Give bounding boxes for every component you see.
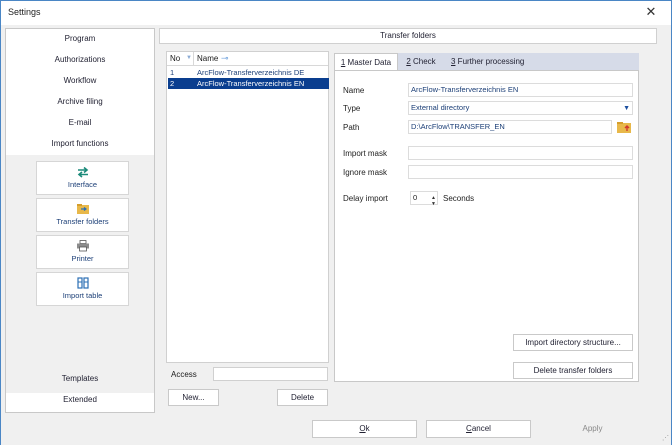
chevron-down-icon[interactable]: ▼ — [623, 103, 630, 115]
access-field[interactable] — [213, 367, 328, 381]
list-header: No ▼ Name ⊸ — [167, 52, 328, 66]
nav-item-archive-filing[interactable]: Archive filing — [6, 92, 154, 112]
browse-folder-icon[interactable] — [616, 120, 632, 134]
row-name: ArcFlow-Transferverzeichnis DE — [197, 68, 305, 77]
nav-item-authorizations[interactable]: Authorizations — [6, 50, 154, 70]
interface-arrows-icon — [77, 166, 88, 178]
spin-down-icon[interactable]: ▼ — [431, 198, 436, 210]
name-field[interactable]: ArcFlow-Transferverzeichnis EN — [408, 83, 633, 97]
key-icon: ⊸ — [221, 53, 229, 63]
new-button[interactable]: New... — [168, 389, 219, 406]
delay-import-label: Delay import — [343, 194, 388, 203]
list-row[interactable]: 1 ArcFlow-Transferverzeichnis DE — [168, 67, 329, 78]
row-no: 2 — [170, 79, 175, 88]
subnav-interface-label: Interface — [67, 180, 98, 189]
access-label: Access — [171, 370, 197, 379]
nav-item-extended[interactable]: Extended — [6, 390, 154, 410]
tab-master-data-label: Master Data — [345, 58, 392, 67]
ok-button[interactable]: Ok — [312, 420, 417, 438]
close-icon[interactable]: ✕ — [643, 4, 659, 20]
resize-grip-icon[interactable]: ⋰ — [662, 434, 669, 442]
tab-check[interactable]: 2 Check — [398, 53, 444, 71]
tab-master-data[interactable]: 1 Master Data — [334, 53, 398, 71]
import-directory-structure-button[interactable]: Import directory structure... — [513, 334, 633, 351]
type-dropdown[interactable]: External directory ▼ — [408, 101, 633, 115]
transfer-folder-list: No ▼ Name ⊸ 1 ArcFlow-Transferverzeichni… — [166, 51, 329, 363]
row-name: ArcFlow-Transferverzeichnis EN — [197, 79, 305, 88]
apply-button[interactable]: Apply — [540, 420, 645, 438]
nav-item-templates[interactable]: Templates — [6, 369, 154, 389]
delay-import-spinner[interactable]: 0 ▲ ▼ — [410, 191, 438, 207]
section-header: Transfer folders — [159, 28, 657, 44]
subnav-printer[interactable]: Printer — [36, 235, 129, 269]
name-label: Name — [343, 86, 365, 95]
ignore-mask-field[interactable] — [408, 165, 633, 179]
list-row-selected[interactable]: 2 ArcFlow-Transferverzeichnis EN — [168, 78, 329, 89]
window-title: Settings — [8, 7, 41, 17]
delete-button[interactable]: Delete — [277, 389, 328, 406]
transfer-folders-icon — [76, 204, 89, 214]
path-label: Path — [343, 123, 360, 132]
type-value: External directory — [411, 103, 470, 112]
left-nav-panel: Program Authorizations Workflow Archive … — [5, 28, 155, 413]
delete-transfer-folders-button[interactable]: Delete transfer folders — [513, 362, 633, 379]
import-mask-label: Import mask — [343, 149, 388, 158]
cancel-label: ancel — [471, 424, 491, 433]
subnav-import-table[interactable]: Import table — [36, 272, 129, 306]
ignore-mask-label: Ignore mask — [343, 168, 388, 177]
subnav-interface[interactable]: Interface — [36, 161, 129, 195]
import-mask-field[interactable] — [408, 146, 633, 160]
subnav-transfer-folders-label: Transfer folders — [56, 217, 109, 226]
nav-item-import-functions[interactable]: Import functions — [6, 134, 154, 154]
tab-further-processing[interactable]: 3 Further processing — [444, 53, 639, 71]
ok-label: k — [365, 424, 370, 433]
column-divider[interactable] — [193, 52, 194, 66]
type-label: Type — [343, 104, 361, 113]
seconds-label: Seconds — [443, 194, 475, 203]
subnav-import-table-label: Import table — [62, 291, 103, 300]
subnav-transfer-folders[interactable]: Transfer folders — [36, 198, 129, 232]
tab-further-processing-label: Further processing — [455, 57, 525, 66]
printer-icon — [76, 240, 89, 252]
row-no: 1 — [170, 68, 175, 77]
title-bar: Settings ✕ — [1, 1, 671, 25]
settings-window: Settings ✕ Program Authorizations Workfl… — [0, 0, 672, 445]
column-header-name[interactable]: Name — [197, 54, 218, 63]
import-functions-subnav: Interface Transfer folders Printer Impor… — [6, 155, 154, 393]
cancel-button[interactable]: Cancel — [426, 420, 531, 438]
delay-value: 0 — [413, 193, 418, 202]
subnav-printer-label: Printer — [71, 254, 94, 263]
tab-check-label: Check — [410, 57, 436, 66]
nav-item-program[interactable]: Program — [6, 29, 154, 49]
import-table-icon — [76, 277, 89, 289]
nav-item-workflow[interactable]: Workflow — [6, 71, 154, 91]
tab-strip: 1 Master Data 2 Check 3 Further processi… — [334, 53, 639, 71]
nav-item-email[interactable]: E-mail — [6, 113, 154, 133]
path-field[interactable]: D:\ArcFlow\TRANSFER_EN — [408, 120, 612, 134]
sort-arrow-icon[interactable]: ▼ — [186, 55, 192, 61]
column-header-no[interactable]: No — [170, 54, 180, 63]
